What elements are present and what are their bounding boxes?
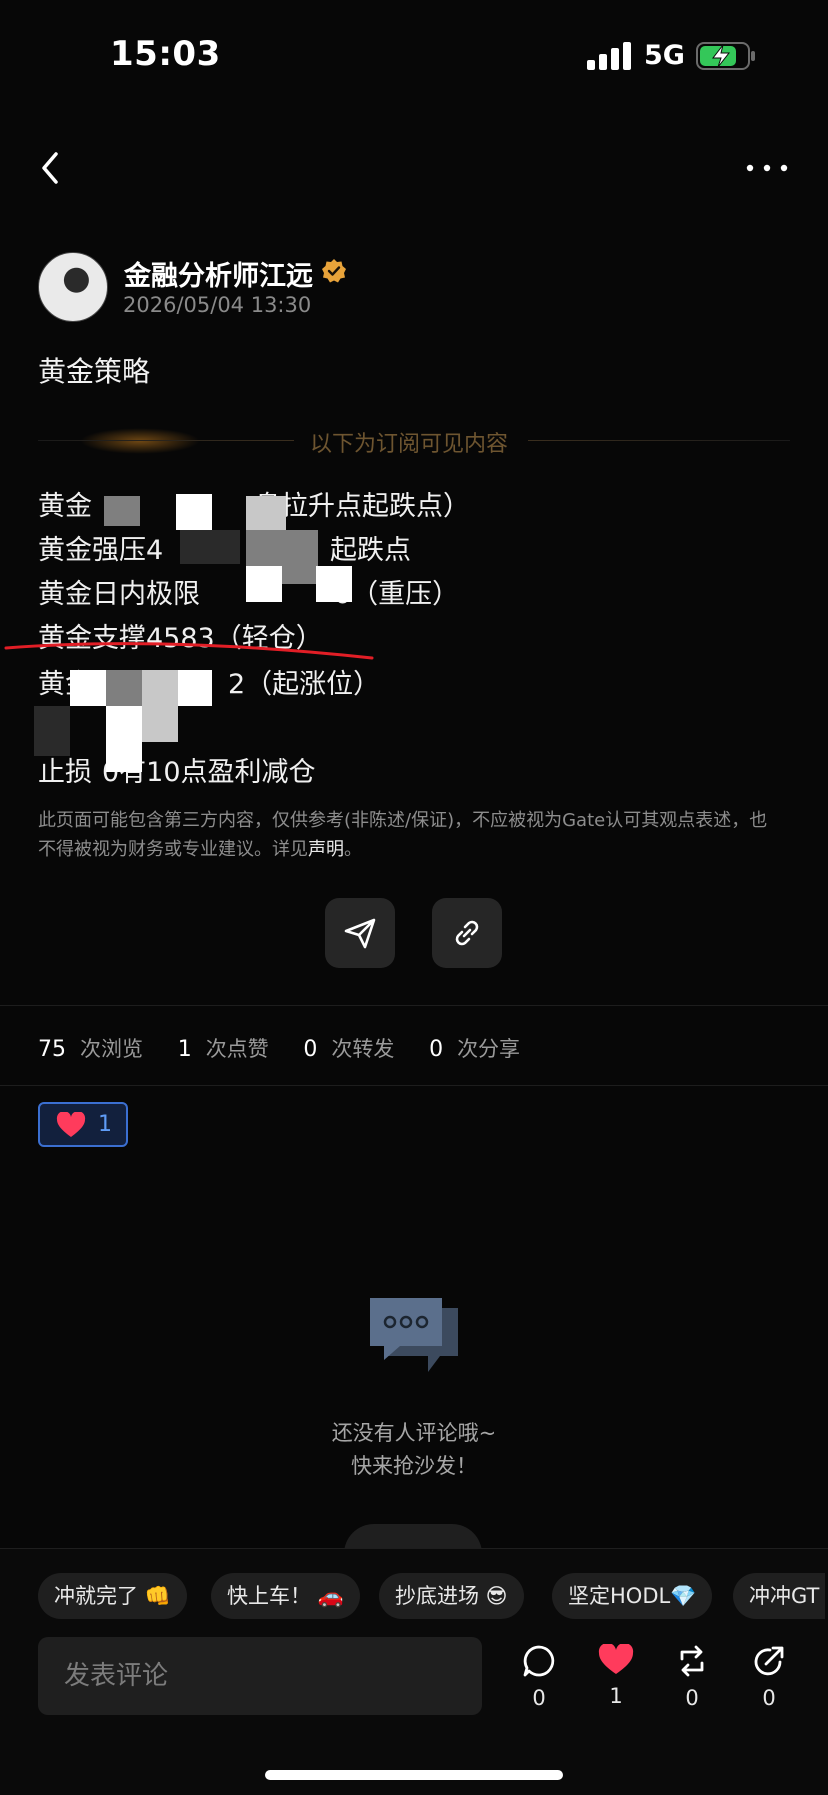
share-action[interactable]: 0 <box>739 1644 799 1710</box>
divider-glow <box>80 428 200 454</box>
status-time: 15:03 <box>110 34 221 74</box>
quick-reply-chip[interactable]: 冲冲GT <box>733 1573 826 1619</box>
censor-block <box>246 530 282 566</box>
post-title: 黄金策略 <box>38 355 151 388</box>
share-count: 0 <box>762 1686 776 1710</box>
censor-block <box>316 566 352 602</box>
repost-count: 0 <box>685 1686 699 1710</box>
empty-comments-text: 还没有人评论哦~ 快来抢沙发！ <box>331 1421 497 1478</box>
post-date: 2026/05/04 13:30 <box>123 293 312 317</box>
repost-action[interactable]: 0 <box>662 1644 722 1710</box>
censor-block <box>142 670 178 706</box>
author-avatar[interactable] <box>38 252 108 322</box>
send-share-button[interactable] <box>325 898 395 968</box>
censor-block <box>106 706 142 742</box>
censor-block <box>106 742 142 772</box>
separator <box>0 1005 828 1006</box>
more-options-icon[interactable] <box>744 160 790 176</box>
quick-reply-chip[interactable]: 抄底进场 😎 <box>379 1573 524 1619</box>
quick-reply-chip[interactable]: 冲就完了 👊 <box>38 1573 187 1619</box>
verified-badge-icon <box>322 259 346 283</box>
chat-bubbles-icon <box>370 1298 458 1372</box>
copy-link-button[interactable] <box>432 898 502 968</box>
censor-block <box>282 566 316 584</box>
repost-icon <box>680 1645 704 1677</box>
strategy-line: 黄金 <box>38 491 92 522</box>
censor-block <box>106 670 142 706</box>
censor-block <box>70 670 106 706</box>
reaction-count: 1 <box>98 1112 112 1137</box>
heart-icon <box>56 1111 86 1137</box>
battery-charging-icon <box>696 42 755 70</box>
divider-right <box>528 440 790 441</box>
censor-block <box>176 494 212 530</box>
subscription-label: 以下为订阅可见内容 <box>310 432 509 457</box>
comment-action[interactable]: 0 <box>509 1644 569 1710</box>
quick-reply-chip[interactable]: 快上车！ 🚗 <box>211 1573 360 1619</box>
strategy-line: 黄金日内极限 <box>38 579 200 610</box>
strategy-line-tail: 0（重压） <box>334 579 460 610</box>
paper-plane-icon <box>344 918 376 949</box>
comment-count: 0 <box>532 1686 546 1710</box>
network-type: 5G <box>644 40 685 71</box>
censor-block <box>246 566 282 602</box>
divider-left <box>38 440 294 441</box>
like-action[interactable]: 1 <box>586 1644 646 1708</box>
disclaimer-link[interactable]: 声明 <box>308 839 344 860</box>
disclaimer-text: 此页面可能包含第三方内容，仅供参考(非陈述/保证)，不应被视为Gate认可其观点… <box>38 810 768 860</box>
heart-reaction-chip[interactable]: 1 <box>38 1102 128 1147</box>
separator <box>0 1085 828 1086</box>
censor-block <box>178 670 212 706</box>
back-arrow-icon[interactable] <box>36 148 66 188</box>
share-arrow-icon <box>754 1646 784 1676</box>
post-stats: 75 次浏览 1 次点赞 0 次转发 0 次分享 <box>38 1037 521 1062</box>
censor-block <box>142 706 178 742</box>
censor-block <box>180 530 240 564</box>
quick-reply-chip[interactable]: 坚定HODL💎 <box>552 1573 713 1619</box>
strategy-line-tail: 2（起涨位） <box>228 669 381 700</box>
censor-block <box>246 496 286 530</box>
home-indicator <box>265 1770 563 1780</box>
comment-input[interactable] <box>38 1637 482 1715</box>
censor-block <box>34 706 70 756</box>
like-count: 1 <box>609 1684 623 1708</box>
strategy-line-tail: 盘拉升点起跌点） <box>254 491 470 522</box>
author-name[interactable]: 金融分析师江远 <box>124 254 313 293</box>
heart-filled-icon <box>598 1644 634 1674</box>
cellular-signal-icon <box>587 42 631 70</box>
comment-bubble-icon <box>523 1645 555 1677</box>
link-icon <box>455 920 479 946</box>
censor-block <box>104 496 140 526</box>
censor-block <box>282 530 318 566</box>
strategy-line-tail: 起跌点 <box>330 535 411 566</box>
strategy-line: 黄金强压4 <box>38 535 164 566</box>
